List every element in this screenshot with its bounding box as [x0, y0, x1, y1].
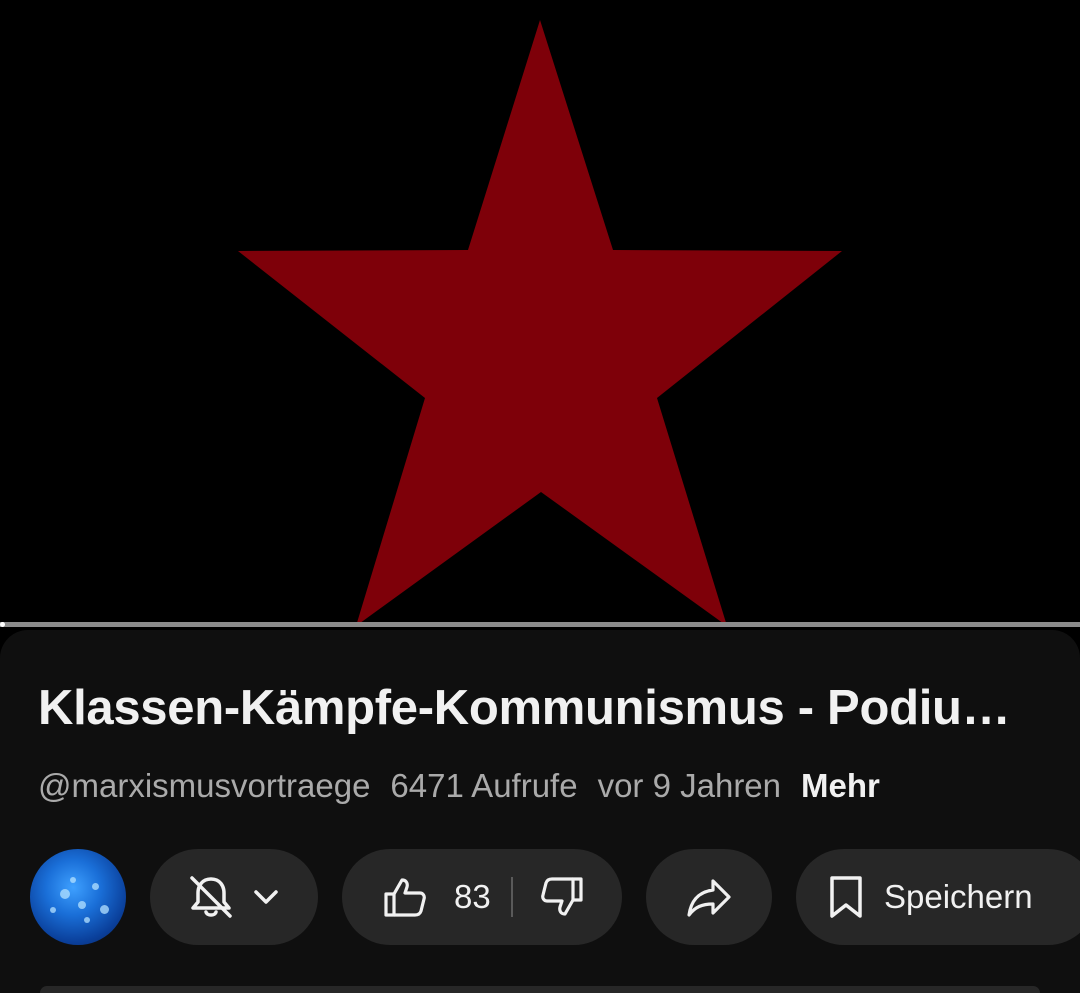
progress-bar[interactable]	[0, 622, 1080, 627]
action-bar: 83 Speichern	[30, 849, 1080, 945]
notification-toggle-button[interactable]	[150, 849, 318, 945]
channel-handle[interactable]: @marxismusvortraege	[38, 767, 370, 805]
chevron-down-icon	[250, 881, 282, 913]
next-section-edge	[40, 986, 1040, 993]
video-player[interactable]	[0, 0, 1080, 626]
bell-off-icon	[186, 872, 236, 922]
thumbs-down-icon[interactable]	[539, 874, 585, 920]
share-button[interactable]	[646, 849, 772, 945]
save-button[interactable]: Speichern	[796, 849, 1080, 945]
like-divider	[510, 877, 513, 917]
bookmark-icon	[826, 874, 866, 920]
share-icon	[685, 873, 733, 921]
thumbs-up-icon[interactable]	[382, 874, 428, 920]
progress-scrubber[interactable]	[0, 622, 5, 627]
channel-avatar[interactable]	[30, 849, 126, 945]
upload-age: vor 9 Jahren	[597, 767, 782, 804]
like-count: 83	[454, 878, 491, 915]
video-thumbnail-red-star	[0, 0, 1080, 626]
like-dislike-group: 83	[342, 849, 622, 945]
more-link[interactable]: Mehr	[801, 767, 880, 805]
video-title[interactable]: Klassen-Kämpfe-Kommunismus - Podiu…	[38, 676, 1058, 740]
save-label: Speichern	[884, 878, 1033, 915]
view-count: 6471 Aufrufe	[390, 767, 578, 804]
video-metadata[interactable]: @marxismusvortraege 6471 Aufrufe vor 9 J…	[38, 763, 880, 809]
